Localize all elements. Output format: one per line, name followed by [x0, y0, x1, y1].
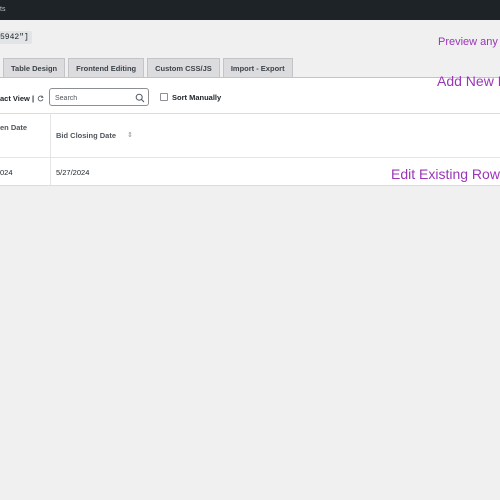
search-box: [49, 88, 149, 106]
sort-arrows-icon[interactable]: ⇕: [127, 131, 133, 139]
table-shortcode[interactable]: 5942"]: [0, 31, 32, 44]
compact-view-label: act View |: [0, 94, 35, 103]
annotation-edit-existing: Edit Existing Rows: [391, 166, 500, 182]
topbar-title: ts: [0, 6, 6, 13]
annotation-add-new: Add New R: [437, 73, 500, 89]
sort-manually-label[interactable]: Sort Manually: [172, 93, 221, 102]
search-icon[interactable]: [135, 93, 145, 103]
table-cell-bid-closing-date[interactable]: 5/27/2024: [56, 168, 89, 177]
tab-table-design[interactable]: Table Design: [3, 58, 66, 77]
refresh-icon[interactable]: [37, 95, 44, 102]
column-header-bid-closing-date[interactable]: Bid Closing Date: [56, 131, 116, 141]
compact-view-toggle[interactable]: act View |: [0, 94, 44, 103]
column-divider: [50, 113, 51, 185]
admin-top-bar: ts: [0, 0, 500, 20]
header-row-divider: [0, 157, 500, 158]
search-input[interactable]: [55, 93, 135, 103]
tab-frontend-editing[interactable]: Frontend Editing: [68, 58, 145, 77]
tab-custom-css-js[interactable]: Custom CSS/JS: [147, 58, 220, 77]
table-bottom-border: [0, 185, 500, 186]
sort-manually-checkbox[interactable]: [160, 93, 168, 101]
tab-import-export[interactable]: Import - Export: [222, 58, 293, 77]
annotation-preview: Preview any c: [438, 36, 500, 48]
settings-tabs: Table Design Frontend Editing Custom CSS…: [3, 58, 293, 77]
table-cell-open-date[interactable]: 024: [0, 168, 13, 177]
column-header-open-date[interactable]: en Date: [0, 123, 27, 133]
table-header-border: [0, 113, 500, 114]
